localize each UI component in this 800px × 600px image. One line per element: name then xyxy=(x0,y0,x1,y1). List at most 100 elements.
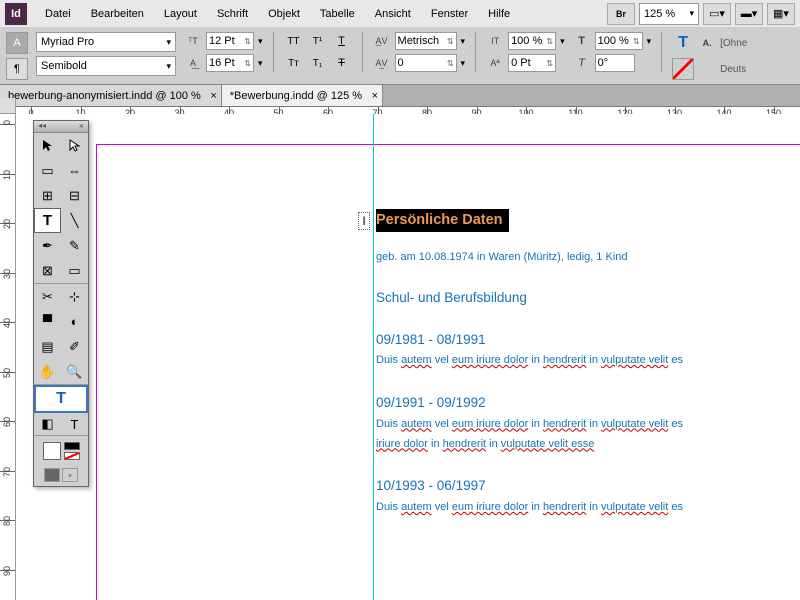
scissors-tool[interactable]: ✂ xyxy=(34,284,61,309)
cv-lorem: Duis autem vel eum iriure dolor in hendr… xyxy=(376,413,800,433)
kerning-icon: A̲V xyxy=(373,32,391,50)
arrange-icon[interactable]: ▦▾ xyxy=(767,3,795,25)
vertical-guide[interactable] xyxy=(373,114,374,600)
rectangle-tool[interactable]: ▭ xyxy=(61,258,88,283)
content-collector-tool[interactable]: ⊞ xyxy=(34,183,61,208)
eyedropper-tool[interactable]: ✐ xyxy=(61,334,88,359)
underline-icon[interactable]: T xyxy=(332,32,352,50)
line-tool[interactable]: ╲ xyxy=(61,208,88,233)
rectangle-frame-tool[interactable]: ⊠ xyxy=(34,258,61,283)
free-transform-tool[interactable]: ⊹ xyxy=(61,284,88,309)
tracking-input[interactable]: 0 xyxy=(395,54,457,72)
cv-heading: Persönliche Daten xyxy=(376,209,509,232)
smallcaps-icon[interactable]: Tᴛ xyxy=(284,54,304,72)
subscript-icon[interactable]: T₁ xyxy=(308,54,328,72)
zoom-tool[interactable]: 🔍 xyxy=(61,359,88,384)
pen-tool[interactable]: ✒ xyxy=(34,233,61,258)
menu-schrift[interactable]: Schrift xyxy=(207,0,258,28)
cv-lorem: iriure dolor in hendrerit in vulputate v… xyxy=(376,433,800,453)
hscale-input[interactable]: 100 % xyxy=(595,32,643,50)
gradient-feather-tool[interactable]: ◐ xyxy=(61,309,88,334)
vertical-ruler[interactable]: 0102030405060708090 xyxy=(0,114,16,600)
pencil-tool[interactable]: ✎ xyxy=(61,233,88,258)
menu-objekt[interactable]: Objekt xyxy=(258,0,310,28)
lang-label: Deuts xyxy=(720,64,746,75)
font-size-icon: ᵀT xyxy=(184,32,202,50)
direct-selection-tool[interactable] xyxy=(61,133,88,158)
kerning-input[interactable]: Metrisch xyxy=(395,32,457,50)
cv-lorem: Duis autem vel eum iriure dolor in hendr… xyxy=(376,496,800,516)
bridge-icon[interactable]: Br xyxy=(607,3,635,25)
font-family-select[interactable]: Myriad Pro xyxy=(36,32,176,52)
superscript-icon[interactable]: T¹ xyxy=(308,32,328,50)
charstyle-icon[interactable]: A. xyxy=(698,34,716,52)
cv-section-title: Schul- und Berufsbildung xyxy=(376,288,800,308)
stroke-color-icon[interactable] xyxy=(672,58,694,80)
font-size-input[interactable]: 12 Pt xyxy=(206,32,254,50)
zoom-select[interactable]: 125 % xyxy=(639,3,699,25)
control-panel: A ¶ Myriad Pro Semibold ᵀT 12 Pt▾ A͟ 16 … xyxy=(0,28,800,85)
cv-lorem: Duis autem vel eum iriure dolor in hendr… xyxy=(376,349,800,369)
note-tool[interactable]: ▤ xyxy=(34,334,61,359)
menu-hilfe[interactable]: Hilfe xyxy=(478,0,520,28)
ruler-origin[interactable] xyxy=(0,98,16,114)
document-tab-bar: bewerbung-anonymisiert.indd @ 100 %× *Be… xyxy=(0,85,800,107)
leading-input[interactable]: 16 Pt xyxy=(206,54,254,72)
type-tool[interactable]: T xyxy=(34,208,61,233)
menu-datei[interactable]: Datei xyxy=(35,0,81,28)
fill-color-icon[interactable]: T xyxy=(672,32,694,54)
content-placer-tool[interactable]: ⊟ xyxy=(61,183,88,208)
vscale-icon: IT xyxy=(486,32,504,50)
text-cursor-icon: I xyxy=(358,212,370,230)
app-icon: Id xyxy=(5,3,27,25)
hscale-icon: T xyxy=(573,32,591,50)
baseline-input[interactable]: 0 Pt xyxy=(508,54,556,72)
view-normal[interactable] xyxy=(44,468,60,482)
selection-tool[interactable] xyxy=(34,133,61,158)
menu-ansicht[interactable]: Ansicht xyxy=(365,0,421,28)
vscale-input[interactable]: 100 % xyxy=(508,32,556,50)
panel-header[interactable] xyxy=(34,121,88,133)
apply-color[interactable] xyxy=(64,442,80,450)
menu-bearbeiten[interactable]: Bearbeiten xyxy=(81,0,154,28)
formatting-text-icon[interactable]: T xyxy=(61,413,88,435)
page-tool[interactable]: ▭ xyxy=(34,158,61,183)
leading-icon: A͟ xyxy=(184,54,202,72)
default-fill-stroke[interactable]: ◧ xyxy=(34,413,61,435)
strikethrough-icon[interactable]: T xyxy=(332,54,352,72)
cv-dates: 10/1993 - 06/1997 xyxy=(376,476,800,496)
fill-swatch[interactable] xyxy=(43,442,61,460)
fill-text-toggle[interactable]: T xyxy=(34,385,88,413)
cv-line-personal: geb. am 10.08.1974 in Waren (Müritz), le… xyxy=(376,246,800,266)
tab-bewerbung-anonymisiert[interactable]: bewerbung-anonymisiert.indd @ 100 %× xyxy=(0,85,222,106)
view-mode-icon[interactable]: ▭▾ xyxy=(703,3,731,25)
tracking-icon: A͢V xyxy=(373,54,391,72)
rotation-input[interactable]: 0° xyxy=(595,54,635,72)
menu-fenster[interactable]: Fenster xyxy=(421,0,478,28)
gradient-swatch-tool[interactable]: ▀ xyxy=(34,309,61,334)
apply-none[interactable] xyxy=(64,452,80,460)
tab-bewerbung[interactable]: *Bewerbung.indd @ 125 %× xyxy=(222,85,383,106)
menu-layout[interactable]: Layout xyxy=(154,0,207,28)
tools-panel[interactable]: ▭ ⇔ ⊞ ⊟ T ╲ ✒ ✎ ⊠ ▭ ✂ ⊹ ▀ ◐ ▤ ✐ ✋ 🔍 T ◧ … xyxy=(33,120,89,487)
cv-dates: 09/1991 - 09/1992 xyxy=(376,393,800,413)
screen-mode-icon[interactable]: ▬▾ xyxy=(735,3,763,25)
skew-icon: T xyxy=(573,54,591,72)
hand-tool[interactable]: ✋ xyxy=(34,359,61,384)
baseline-icon: Aª xyxy=(486,54,504,72)
para-mode-icon[interactable]: ¶ xyxy=(6,58,28,80)
fill-stroke-swatches[interactable] xyxy=(34,436,88,466)
document-canvas[interactable]: I Persönliche Daten geb. am 10.08.1974 i… xyxy=(16,114,800,600)
allcaps-icon[interactable]: TT xyxy=(284,32,304,50)
text-frame[interactable]: Persönliche Daten geb. am 10.08.1974 in … xyxy=(376,209,800,516)
menubar: Id Datei Bearbeiten Layout Schrift Objek… xyxy=(0,0,800,28)
menu-tabelle[interactable]: Tabelle xyxy=(310,0,365,28)
fill-label: [Ohne xyxy=(720,38,747,49)
close-icon[interactable]: × xyxy=(210,90,216,102)
cv-dates: 09/1981 - 08/1991 xyxy=(376,330,800,350)
font-weight-select[interactable]: Semibold xyxy=(36,56,176,76)
view-preview[interactable]: ▫ xyxy=(62,468,78,482)
close-icon[interactable]: × xyxy=(372,90,378,102)
char-mode-icon[interactable]: A xyxy=(6,32,28,54)
gap-tool[interactable]: ⇔ xyxy=(61,158,88,183)
